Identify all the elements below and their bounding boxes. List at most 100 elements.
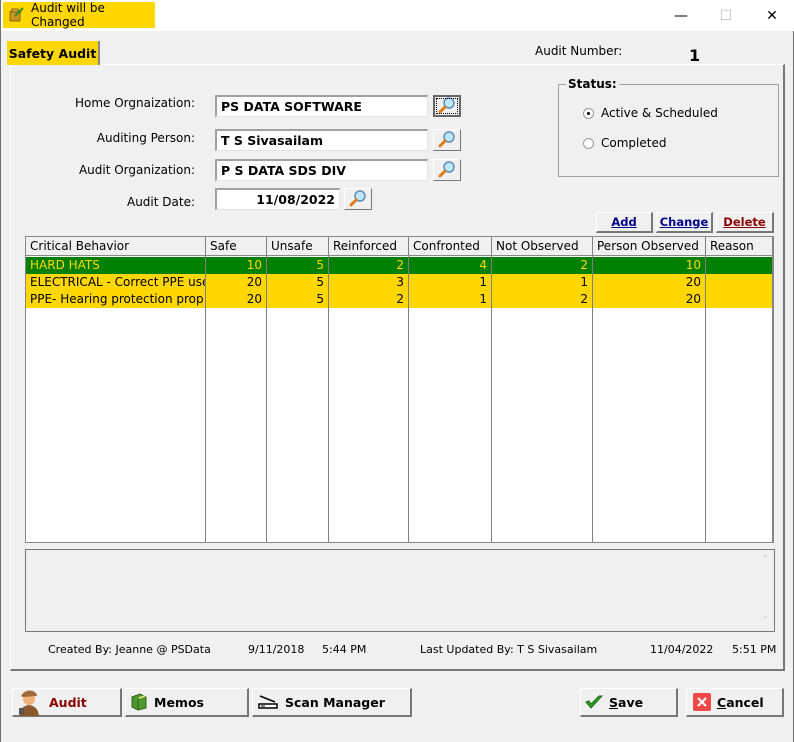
- audit-number-value: 1: [689, 46, 701, 65]
- cell-safe: 20: [206, 274, 267, 291]
- title-highlight: Audit will be Changed: [3, 1, 155, 29]
- column-header-reinforced[interactable]: Reinforced: [329, 237, 409, 255]
- cancel-underline-char: C: [717, 694, 727, 710]
- cancel-button[interactable]: Cancel: [686, 688, 784, 717]
- scroll-down-icon[interactable]: ˅: [763, 616, 768, 626]
- column-header-unsafe[interactable]: Unsafe: [267, 237, 329, 255]
- minimize-button[interactable]: —: [658, 0, 704, 31]
- auditing-person-label: Auditing Person:: [96, 131, 195, 145]
- close-button[interactable]: ✕: [749, 0, 794, 31]
- grid-header: Critical Behavior Safe Unsafe Reinforced Con…: [26, 237, 773, 256]
- memos-button[interactable]: Memos: [125, 688, 249, 717]
- audit-button[interactable]: Audit: [12, 688, 122, 717]
- column-header-person-observed[interactable]: Person Observed: [593, 237, 706, 255]
- audit-window: Audit will be Changed — ☐ ✕ Safety Audit…: [0, 0, 794, 742]
- cell-reinforced: 2: [329, 291, 409, 308]
- home-org-label: Home Orgnaization:: [74, 96, 195, 110]
- cell-critical-behavior: HARD HATS: [26, 257, 206, 274]
- status-legend: Status:: [566, 77, 619, 91]
- delete-button[interactable]: Delete: [716, 212, 774, 233]
- cell-person-observed: 20: [593, 291, 706, 308]
- created-by: Created By: Jeanne @ PSData: [48, 643, 211, 656]
- window-title: Audit will be Changed: [31, 1, 105, 29]
- table-row[interactable]: ELECTRICAL - Correct PPE use 20 5 3 1 1 20: [26, 274, 773, 291]
- cell-confronted: 4: [409, 257, 492, 274]
- status-option-completed[interactable]: Completed: [583, 136, 666, 150]
- add-button[interactable]: Add: [596, 212, 653, 233]
- status-group: [558, 84, 779, 177]
- magnifier-icon: [438, 160, 456, 181]
- column-header-not-observed[interactable]: Not Observed: [492, 237, 593, 255]
- cell-confronted: 1: [409, 291, 492, 308]
- cell-unsafe: 5: [267, 274, 329, 291]
- audit-date-lookup-button[interactable]: [344, 188, 372, 210]
- cell-safe: 10: [206, 257, 267, 274]
- audit-org-lookup-button[interactable]: [433, 159, 461, 181]
- save-button[interactable]: Save: [580, 688, 678, 717]
- cell-not-observed: 2: [492, 257, 593, 274]
- updated-time: 5:51 PM: [732, 643, 777, 656]
- status-option-active-label: Active & Scheduled: [601, 106, 718, 120]
- scan-manager-button[interactable]: Scan Manager: [252, 688, 412, 717]
- change-button[interactable]: Change: [656, 212, 713, 233]
- magnifier-icon: [438, 96, 456, 117]
- maximize-button[interactable]: ☐: [703, 0, 749, 31]
- radio-active[interactable]: [583, 107, 594, 119]
- column-header-reason[interactable]: Reason: [706, 237, 773, 255]
- radio-completed[interactable]: [583, 137, 594, 149]
- scan-manager-button-label: Scan Manager: [285, 694, 385, 710]
- column-header-confronted[interactable]: Confronted: [409, 237, 492, 255]
- created-date: 9/11/2018: [248, 643, 305, 656]
- cell-confronted: 1: [409, 274, 492, 291]
- updated-date: 11/04/2022: [650, 643, 714, 656]
- audit-number-label: Audit Number:: [535, 44, 623, 58]
- magnifier-icon: [349, 189, 367, 210]
- created-time: 5:44 PM: [322, 643, 367, 656]
- memo-scrollbar[interactable]: ˄ ˅: [757, 550, 774, 631]
- audit-date-label: Audit Date:: [126, 195, 195, 209]
- tab-safety-audit[interactable]: Safety Audit: [7, 41, 100, 65]
- audit-org-label: Audit Organization:: [78, 163, 195, 177]
- behavior-grid[interactable]: Critical Behavior Safe Unsafe Reinforced Con…: [25, 236, 774, 543]
- column-header-safe[interactable]: Safe: [206, 237, 267, 255]
- home-org-lookup-button[interactable]: [433, 95, 461, 117]
- cell-not-observed: 2: [492, 291, 593, 308]
- scanner-icon: [257, 694, 279, 710]
- audit-org-field[interactable]: P S DATA SDS DIV: [215, 159, 428, 181]
- table-row[interactable]: HARD HATS 10 5 2 4 2 10: [26, 257, 773, 274]
- scroll-up-icon[interactable]: ˄: [763, 555, 768, 565]
- table-row[interactable]: PPE- Hearing protection prop 20 5 2 1 2 20: [26, 291, 773, 308]
- cell-critical-behavior: ELECTRICAL - Correct PPE use: [26, 274, 206, 291]
- cell-reason: [706, 291, 773, 308]
- auditor-icon: [15, 688, 43, 716]
- column-header-critical-behavior[interactable]: Critical Behavior: [26, 237, 206, 255]
- save-underline-char: S: [609, 694, 619, 710]
- cancel-x-icon: [693, 693, 711, 711]
- cell-critical-behavior: PPE- Hearing protection prop: [26, 291, 206, 308]
- checkmark-icon: [585, 694, 603, 710]
- cell-person-observed: 20: [593, 274, 706, 291]
- book-icon: [130, 693, 148, 711]
- auditing-person-field[interactable]: T S Sivasailam: [215, 129, 428, 151]
- audit-button-label: Audit: [49, 694, 87, 710]
- audit-folder-icon: [9, 6, 25, 25]
- status-option-active[interactable]: Active & Scheduled: [583, 106, 718, 120]
- cell-safe: 20: [206, 291, 267, 308]
- memos-button-label: Memos: [154, 694, 204, 710]
- cell-reason: [706, 274, 773, 291]
- home-org-field[interactable]: PS DATA SOFTWARE: [215, 95, 428, 117]
- cell-person-observed: 10: [593, 257, 706, 274]
- memo-textarea[interactable]: ˄ ˅: [25, 549, 775, 632]
- cell-not-observed: 1: [492, 274, 593, 291]
- auditing-person-lookup-button[interactable]: [433, 129, 461, 151]
- status-option-completed-label: Completed: [601, 136, 667, 150]
- cancel-button-label: ancel: [726, 694, 764, 710]
- cell-reinforced: 2: [329, 257, 409, 274]
- save-button-label: ave: [618, 694, 644, 710]
- audit-date-field[interactable]: 11/08/2022: [215, 188, 340, 210]
- cell-unsafe: 5: [267, 257, 329, 274]
- updated-by: Last Updated By: T S Sivasailam: [420, 643, 598, 656]
- magnifier-icon: [438, 130, 456, 151]
- cell-reinforced: 3: [329, 274, 409, 291]
- title-bar: Audit will be Changed — ☐ ✕: [1, 0, 794, 31]
